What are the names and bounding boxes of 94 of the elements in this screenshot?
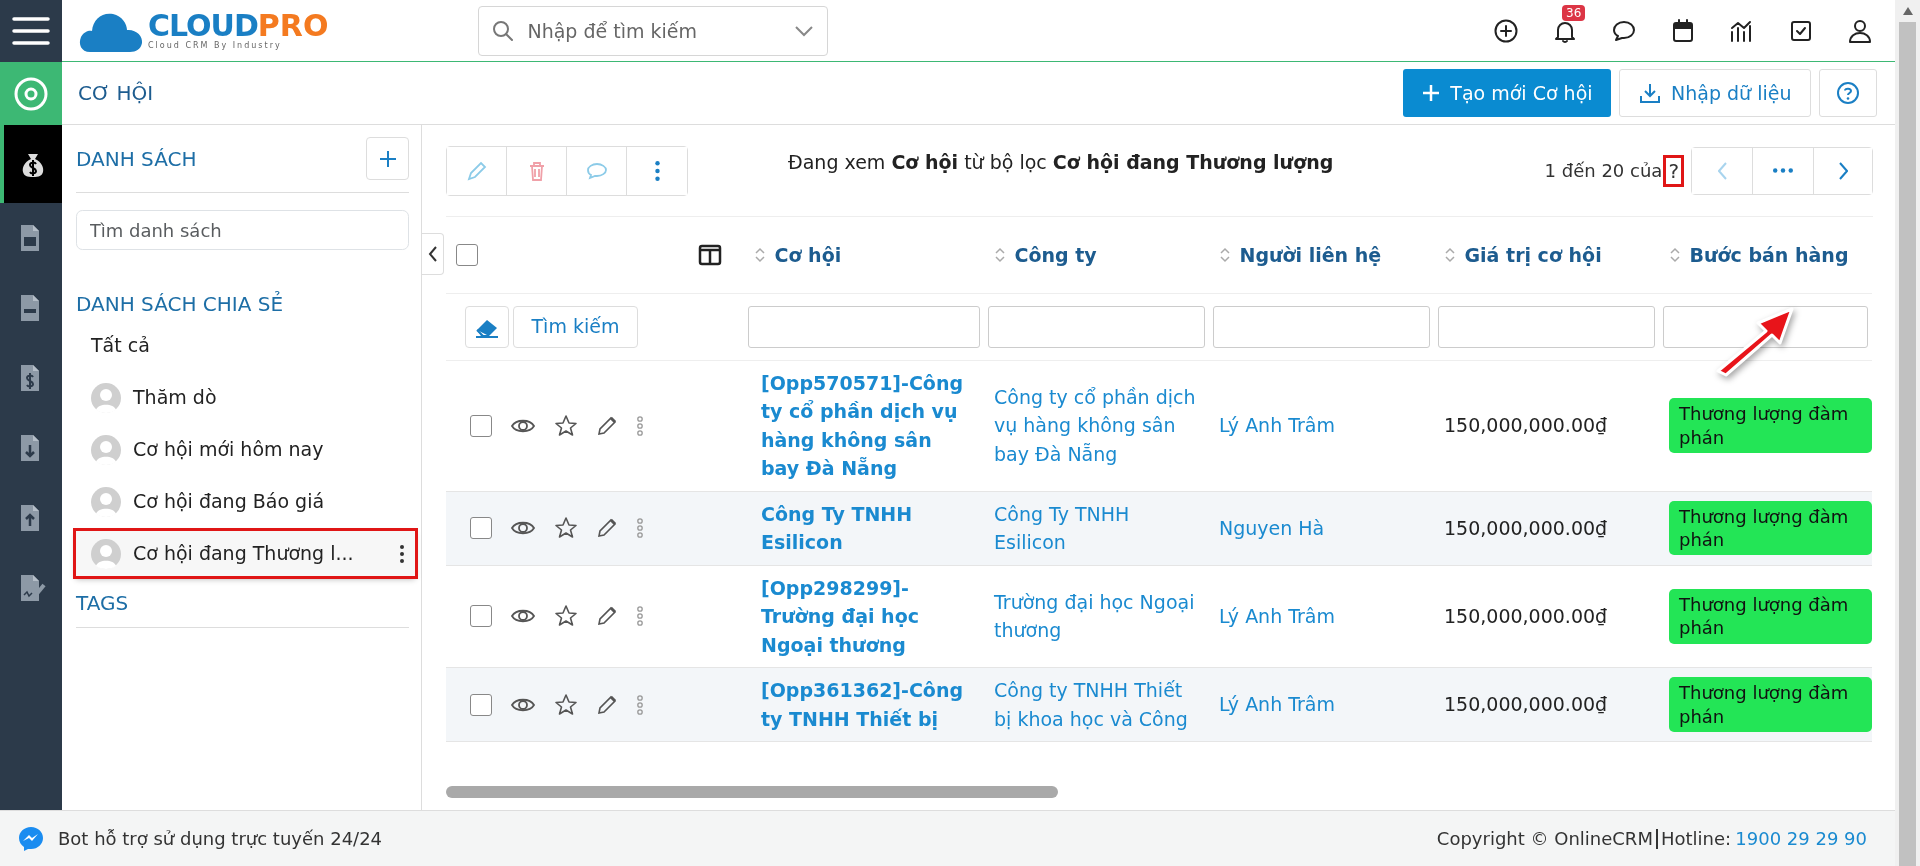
horizontal-scrollbar[interactable] <box>446 786 1058 798</box>
copyright-text: Copyright © OnlineCRM <box>1436 827 1653 851</box>
pencil-icon[interactable] <box>596 414 618 437</box>
column-header[interactable]: Giá trị cơ hội <box>1464 240 1602 269</box>
list-item[interactable]: Cơ hội mới hôm nay <box>76 427 409 472</box>
sort-icon[interactable] <box>994 246 1006 263</box>
column-header[interactable]: Công ty <box>1014 240 1097 269</box>
chevron-left-icon <box>427 245 438 263</box>
plus-icon <box>1421 83 1442 103</box>
row-checkbox[interactable] <box>470 605 492 628</box>
list-item[interactable]: Thăm dò <box>76 375 409 420</box>
page-range: 1 đến 20 của <box>1544 159 1663 183</box>
calendar-icon[interactable] <box>1670 17 1696 44</box>
opportunity-link[interactable]: [Opp570571]-Công ty cổ phần dịch vụ hàng không sân bay Đà Nẵng <box>761 368 974 483</box>
import-button[interactable]: Nhập dữ liệu <box>1619 69 1811 117</box>
logo-tagline: Cloud CRM By Industry <box>148 42 283 50</box>
list-item[interactable]: Tất cả <box>76 323 409 368</box>
column-header[interactable]: Người liên hệ <box>1239 240 1382 269</box>
sort-icon[interactable] <box>754 246 766 263</box>
list-item[interactable]: Cơ hội đang Báo giá <box>76 479 409 524</box>
chevron-right-icon <box>1838 161 1848 180</box>
user-icon[interactable] <box>1847 17 1873 44</box>
filter-field[interactable] <box>1663 305 1868 348</box>
search-field[interactable]: Nhập để tìm kiếm <box>478 5 829 56</box>
stage-badge: Thương lượng đàm phán <box>1669 588 1872 644</box>
columns-icon[interactable] <box>698 243 722 266</box>
filter-field[interactable] <box>748 305 980 348</box>
star-icon[interactable] <box>554 604 578 629</box>
search-button[interactable]: Tìm kiếm <box>512 305 639 348</box>
contact-link[interactable]: Lý Anh Trâm <box>1219 414 1336 437</box>
filter-field[interactable] <box>988 305 1205 348</box>
help-button[interactable] <box>1819 69 1877 117</box>
chevron-down-icon <box>794 24 815 37</box>
contact-link[interactable]: Nguyen Hà <box>1219 516 1325 539</box>
add-icon[interactable] <box>1493 17 1519 44</box>
deal-value: 150,000,000.00₫ <box>1444 605 1608 627</box>
download-tray-icon <box>1638 82 1663 104</box>
opportunity-link[interactable]: [Opp298299]-Trường đại học Ngoại thương <box>761 573 974 659</box>
star-icon[interactable] <box>554 516 578 540</box>
clear-filter-button[interactable] <box>464 305 509 348</box>
filter-summary: Đang xem Cơ hội từ bộ lọc Cơ hội đang Thương lượng <box>788 150 1334 176</box>
plus-icon <box>377 148 398 169</box>
stage-badge: Thương lượng đàm phán <box>1669 500 1872 556</box>
stage-badge: Thương lượng đàm phán <box>1669 398 1872 453</box>
hotline-label: Hotline: <box>1660 827 1732 851</box>
section-title: DANH SÁCH <box>76 146 197 171</box>
pencil-icon[interactable] <box>596 693 618 716</box>
circle-icon[interactable] <box>13 75 49 112</box>
stage-badge: Thương lượng đàm phán <box>1669 677 1872 732</box>
filter-field[interactable] <box>1438 305 1655 348</box>
list-search-field[interactable]: Tìm danh sách <box>76 210 409 250</box>
more-icon <box>1773 168 1793 173</box>
help-icon <box>1836 81 1860 105</box>
sort-icon[interactable] <box>1669 246 1681 263</box>
pencil-icon[interactable] <box>596 517 618 539</box>
total-count: ? <box>1666 157 1681 184</box>
company-link[interactable]: Trường đại học Ngoại thương <box>994 587 1199 645</box>
sort-icon[interactable] <box>1444 246 1456 263</box>
contact-link[interactable]: Lý Anh Trâm <box>1219 605 1336 627</box>
pencil-icon[interactable] <box>596 605 618 628</box>
hotline-link[interactable]: 1900 29 29 90 <box>1735 825 1867 852</box>
select-all-checkbox[interactable] <box>456 243 478 266</box>
star-icon[interactable] <box>554 413 578 438</box>
section-title: TAGS <box>76 591 409 628</box>
page-title: CƠ HỘI <box>78 81 154 105</box>
row-checkbox[interactable] <box>470 517 492 539</box>
menu-icon[interactable] <box>12 16 50 46</box>
add-list-button[interactable] <box>366 137 409 180</box>
row-checkbox[interactable] <box>470 414 492 437</box>
sort-icon[interactable] <box>1219 246 1231 263</box>
row-checkbox[interactable] <box>470 693 492 716</box>
messenger-icon[interactable] <box>18 825 44 852</box>
kebab-icon[interactable] <box>399 543 405 564</box>
logo-text: PRO <box>257 8 329 43</box>
notification-badge: 36 <box>1562 4 1586 21</box>
company-link[interactable]: Công ty cổ phần dịch vụ hàng không sân bay Đà Nẵng <box>994 382 1199 469</box>
list-item[interactable]: Cơ hội đang Thương l... <box>76 531 415 576</box>
page-scrollbar[interactable] <box>1899 22 1916 866</box>
deal-value: 150,000,000.00₫ <box>1444 693 1608 716</box>
contact-link[interactable]: Lý Anh Trâm <box>1219 693 1336 716</box>
filter-field[interactable] <box>1213 305 1430 348</box>
collapse-tab[interactable] <box>422 233 444 275</box>
search-icon <box>492 19 515 42</box>
star-icon[interactable] <box>554 692 578 717</box>
create-button[interactable]: Tạo mới Cơ hội <box>1403 69 1611 117</box>
bot-support-text: Bot hỗ trợ sử dụng trực tuyến 24/24 <box>58 827 383 851</box>
chevron-left-icon <box>1717 161 1727 180</box>
deal-value: 150,000,000.00₫ <box>1444 516 1608 539</box>
scroll-up-icon[interactable] <box>1901 6 1914 16</box>
column-header[interactable]: Cơ hội <box>774 240 842 269</box>
section-title: DANH SÁCH CHIA SẺ <box>76 292 285 316</box>
column-header[interactable]: Bước bán hàng <box>1689 240 1849 269</box>
kebab-icon <box>654 160 660 181</box>
deal-value: 150,000,000.00₫ <box>1444 414 1608 437</box>
